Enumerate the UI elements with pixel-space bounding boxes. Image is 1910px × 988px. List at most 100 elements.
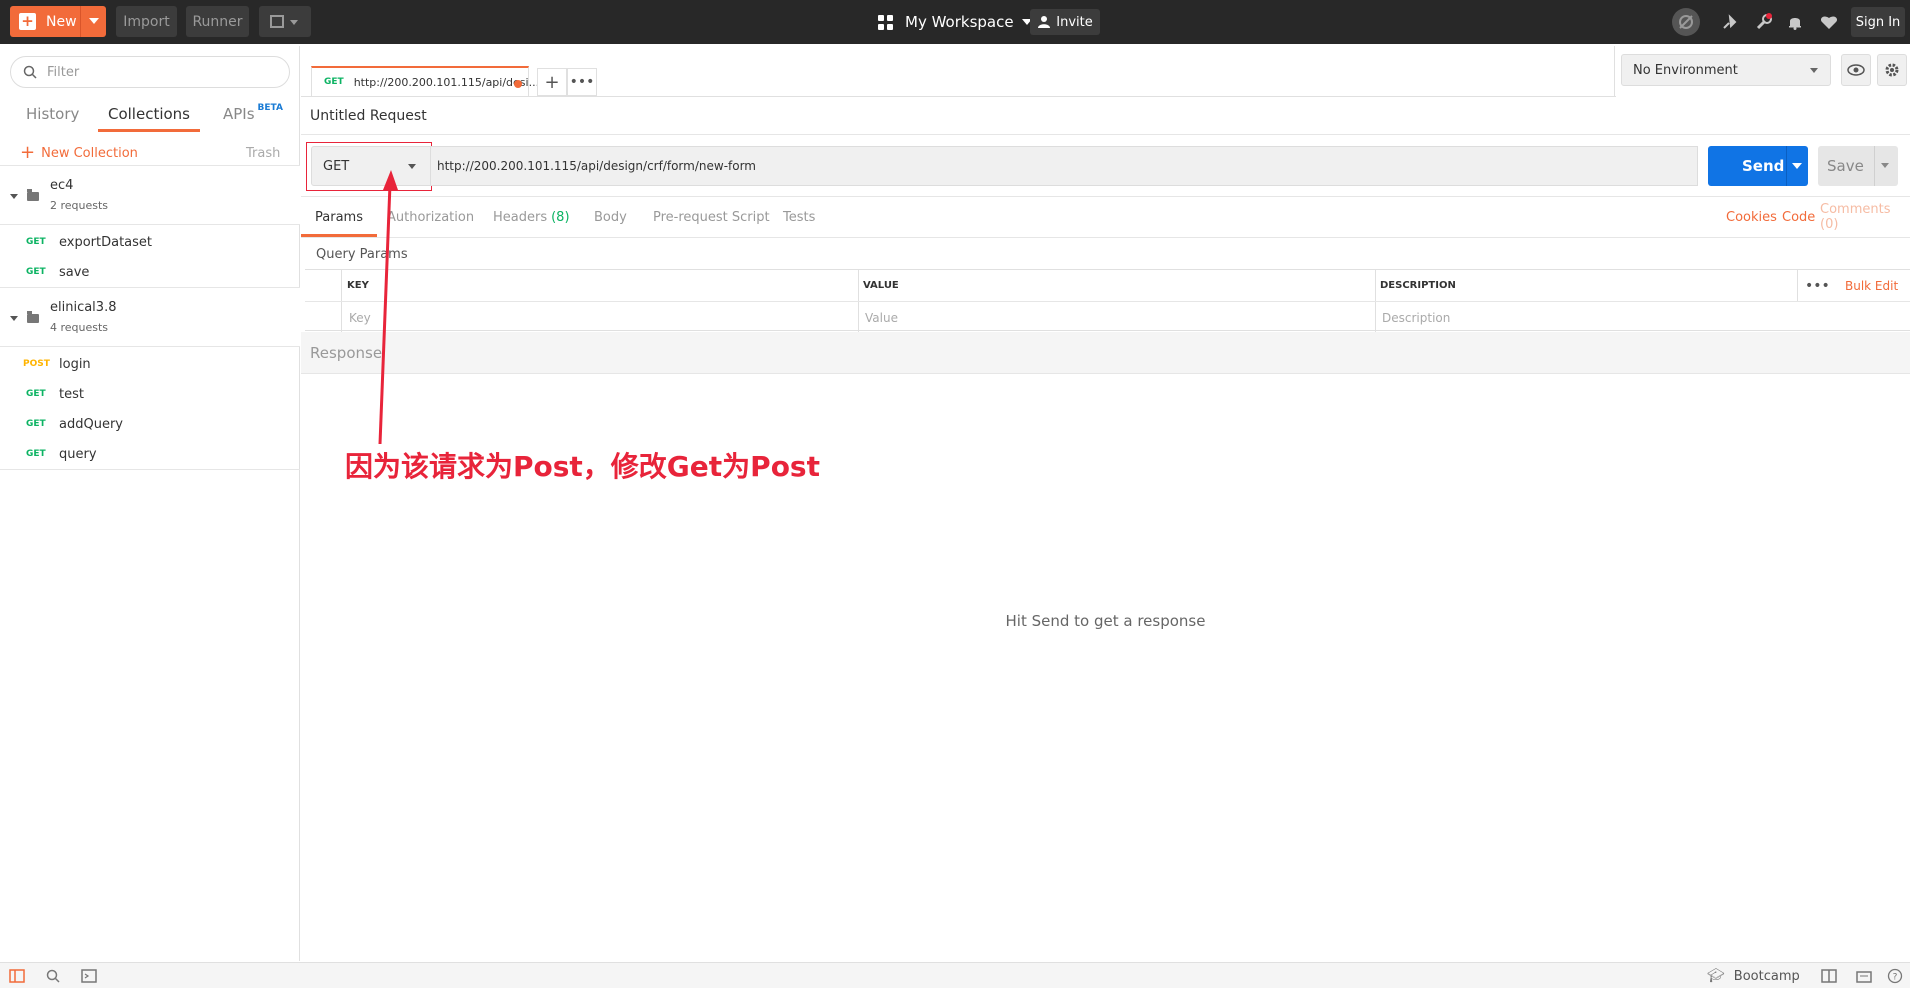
request-tab-title: http://200.200.101.115/api/desi... bbox=[353, 75, 540, 89]
plus-icon: + bbox=[544, 71, 560, 93]
request-item[interactable]: GET query bbox=[0, 439, 300, 469]
request-item[interactable]: GET exportDataset bbox=[0, 227, 300, 257]
save-button[interactable]: Save bbox=[1818, 146, 1898, 186]
new-window-button[interactable] bbox=[259, 6, 311, 37]
send-button[interactable]: Send bbox=[1708, 146, 1808, 186]
environment-quick-look-button[interactable] bbox=[1841, 54, 1871, 86]
column-header-value: VALUE bbox=[863, 280, 899, 291]
request-item[interactable]: POST login bbox=[0, 349, 300, 379]
divider bbox=[1614, 46, 1615, 96]
more-horizontal-icon[interactable]: ••• bbox=[1805, 270, 1830, 301]
table-header-row: KEY VALUE DESCRIPTION ••• Bulk Edit bbox=[305, 270, 1910, 301]
save-label: Save bbox=[1827, 157, 1864, 175]
send-divider bbox=[1786, 146, 1787, 186]
invite-button[interactable]: Invite bbox=[1030, 9, 1100, 35]
request-title: Untitled Request bbox=[310, 108, 427, 124]
request-name: exportDataset bbox=[59, 234, 153, 250]
bell-icon[interactable] bbox=[1783, 10, 1807, 34]
graduation-cap-icon: 🎓︎ bbox=[1707, 968, 1725, 984]
new-button-label: New bbox=[46, 13, 77, 30]
two-pane-view-icon[interactable] bbox=[1820, 967, 1838, 985]
request-name: query bbox=[59, 446, 97, 462]
satellite-icon[interactable] bbox=[1718, 10, 1742, 34]
request-item[interactable]: GET test bbox=[0, 379, 300, 409]
console-icon[interactable] bbox=[80, 967, 98, 985]
collection-count: 2 requests bbox=[50, 199, 109, 212]
environment-select[interactable]: No Environment bbox=[1621, 54, 1831, 86]
query-params-table: KEY VALUE DESCRIPTION ••• Bulk Edit Key … bbox=[305, 269, 1910, 333]
trash-button[interactable]: Trash bbox=[246, 138, 280, 168]
collection-ec4[interactable]: ec4 2 requests bbox=[0, 165, 300, 225]
value-input[interactable]: Value bbox=[865, 302, 1365, 333]
column-header-key: KEY bbox=[347, 280, 369, 291]
sidebar-toggle-icon[interactable] bbox=[8, 967, 26, 985]
caret-down-icon[interactable] bbox=[89, 18, 99, 24]
wrench-icon[interactable] bbox=[1752, 10, 1776, 34]
tab-prerequest-script[interactable]: Pre-request Script bbox=[653, 197, 770, 237]
eye-icon bbox=[1847, 64, 1865, 76]
tab-tests[interactable]: Tests bbox=[783, 197, 815, 237]
tab-body[interactable]: Body bbox=[594, 197, 627, 237]
column-header-description: DESCRIPTION bbox=[1380, 280, 1456, 291]
runner-button[interactable]: Runner bbox=[186, 6, 249, 37]
search-icon[interactable] bbox=[44, 967, 62, 985]
tab-params-label: Params bbox=[315, 209, 363, 225]
sidebar-tabs: History Collections APIs BETA bbox=[0, 96, 300, 132]
annotation-highlight-box bbox=[306, 142, 432, 191]
method-badge: GET bbox=[26, 267, 46, 277]
caret-down-icon[interactable] bbox=[1792, 163, 1802, 169]
add-tab-button[interactable]: + bbox=[537, 68, 567, 96]
request-item[interactable]: GET addQuery bbox=[0, 409, 300, 439]
request-subtabs: Params Authorization Headers (8) Body Pr… bbox=[301, 197, 1910, 237]
divider bbox=[301, 134, 1910, 135]
description-input[interactable]: Description bbox=[1382, 302, 1882, 333]
expand-caret-icon[interactable] bbox=[10, 194, 18, 199]
code-link[interactable]: Code bbox=[1782, 197, 1815, 237]
plus-icon: + bbox=[19, 13, 36, 30]
tab-headers[interactable]: Headers (8) bbox=[493, 197, 570, 237]
response-hint: Hit Send to get a response bbox=[1005, 612, 1206, 630]
environment-value: No Environment bbox=[1633, 62, 1738, 78]
workspace-switcher[interactable]: My Workspace bbox=[878, 0, 1032, 44]
request-tab[interactable]: GET http://200.200.101.115/api/desi... bbox=[311, 66, 539, 96]
bootcamp-label: Bootcamp bbox=[1733, 968, 1800, 984]
caret-down-icon[interactable] bbox=[1881, 163, 1889, 168]
new-collection-button[interactable]: + New Collection bbox=[20, 138, 138, 168]
tab-params[interactable]: Params bbox=[301, 197, 377, 237]
heart-icon[interactable] bbox=[1817, 10, 1841, 34]
comments-link[interactable]: Comments (0) bbox=[1820, 197, 1910, 237]
method-badge: POST bbox=[23, 359, 50, 369]
tab-tests-label: Tests bbox=[783, 209, 816, 225]
sync-off-icon[interactable] bbox=[1672, 8, 1700, 36]
tab-collections-label: Collections bbox=[107, 105, 190, 123]
divider bbox=[301, 237, 1910, 238]
new-collection-label: New Collection bbox=[41, 145, 138, 161]
plus-icon: + bbox=[20, 142, 36, 163]
new-button[interactable]: + New bbox=[10, 6, 106, 37]
method-badge: GET bbox=[324, 77, 344, 87]
bootcamp-button[interactable]: 🎓︎ Bootcamp bbox=[1707, 963, 1800, 988]
key-input[interactable]: Key bbox=[349, 302, 849, 333]
query-params-title: Query Params bbox=[316, 247, 408, 262]
expand-caret-icon[interactable] bbox=[10, 316, 18, 321]
tab-body-label: Body bbox=[594, 209, 627, 225]
url-input[interactable]: http://200.200.101.115/api/design/crf/fo… bbox=[431, 146, 1698, 186]
keyboard-shortcuts-icon[interactable] bbox=[1855, 967, 1873, 985]
unsaved-dot-icon bbox=[514, 80, 522, 88]
sign-in-button[interactable]: Sign In bbox=[1851, 7, 1905, 37]
tab-collections[interactable]: Collections bbox=[98, 96, 200, 132]
help-icon[interactable]: ? bbox=[1886, 967, 1904, 985]
import-button[interactable]: Import bbox=[116, 6, 177, 37]
tab-apis[interactable]: APIs BETA bbox=[223, 96, 283, 132]
manage-environments-button[interactable] bbox=[1877, 54, 1907, 86]
save-divider bbox=[1874, 146, 1875, 186]
tab-authorization[interactable]: Authorization bbox=[387, 197, 474, 237]
filter-input[interactable]: Filter bbox=[10, 56, 290, 88]
invite-label: Invite bbox=[1056, 14, 1093, 30]
request-item[interactable]: GET save bbox=[0, 257, 300, 287]
bulk-edit-link[interactable]: Bulk Edit bbox=[1845, 270, 1898, 301]
tab-options-button[interactable]: ••• bbox=[567, 68, 597, 96]
cookies-link[interactable]: Cookies bbox=[1726, 197, 1777, 237]
tab-history[interactable]: History bbox=[26, 96, 79, 132]
collection-elinical[interactable]: elinical3.8 4 requests bbox=[0, 287, 300, 347]
